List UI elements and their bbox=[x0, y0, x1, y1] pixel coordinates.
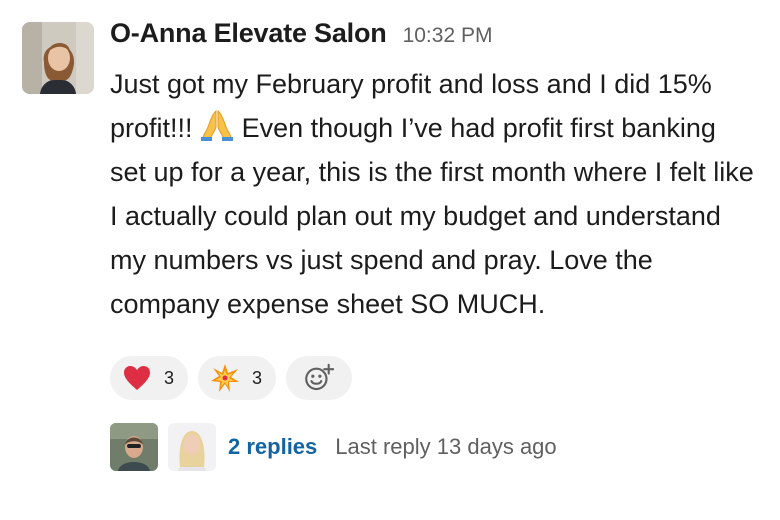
reply-avatar-2 bbox=[168, 423, 216, 471]
add-reaction-button[interactable] bbox=[286, 356, 353, 400]
replies-link[interactable]: 2 replies bbox=[228, 434, 317, 460]
last-reply-text: Last reply 13 days ago bbox=[335, 434, 557, 459]
reaction-count: 3 bbox=[252, 367, 263, 388]
reply-avatar-1 bbox=[110, 423, 158, 471]
message: O-Anna Elevate Salon 10:32 PM Just got m… bbox=[0, 0, 780, 520]
reactions-bar: 3 3 bbox=[110, 356, 353, 400]
message-footer: 3 3 2 replies Last reply 13 days ago bbox=[110, 0, 760, 520]
collision-icon bbox=[210, 363, 240, 393]
sender-avatar[interactable] bbox=[22, 22, 94, 94]
reaction-collision[interactable]: 3 bbox=[198, 356, 277, 400]
add-reaction-icon bbox=[304, 363, 335, 393]
sender-avatar-image bbox=[22, 22, 94, 94]
thread-summary[interactable]: 2 replies Last reply 13 days ago bbox=[110, 422, 557, 472]
red-heart-icon bbox=[122, 363, 152, 393]
reaction-heart[interactable]: 3 bbox=[110, 356, 189, 400]
reaction-count: 3 bbox=[164, 367, 175, 388]
